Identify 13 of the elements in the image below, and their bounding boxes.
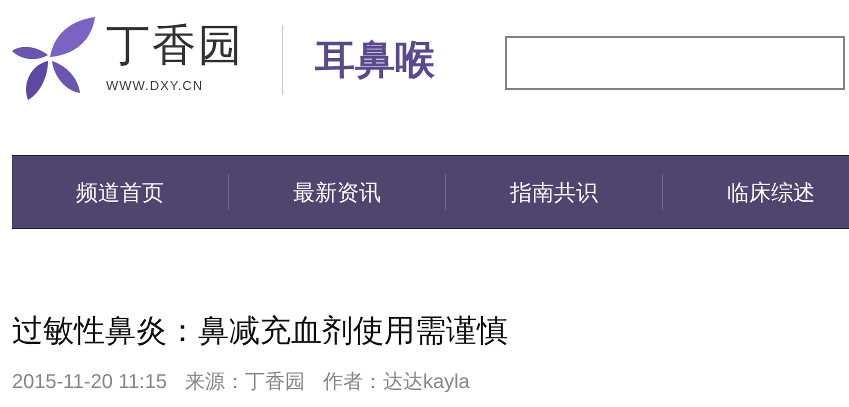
nav-link[interactable]: 指南共识 (446, 176, 662, 208)
nav-link[interactable]: 最新资讯 (229, 176, 445, 208)
article-author: 作者：达达kayla (322, 370, 470, 395)
channel-title: 耳鼻喉 (315, 37, 435, 84)
nav-link[interactable]: 频道首页 (12, 176, 228, 208)
search-field[interactable] (505, 36, 845, 90)
article-date: 2015-11-20 11:15 (12, 370, 167, 395)
article-title: 过敏性鼻炎：鼻减充血剂使用需谨慎 (12, 312, 509, 350)
nav-link[interactable]: 临床综述 (663, 176, 849, 208)
logo-text: 丁香园 (106, 20, 244, 72)
logo-url: WWW.DXY.CN (106, 77, 204, 95)
article-source: 来源：丁香园 (184, 370, 305, 395)
butterfly-logo-icon (10, 15, 96, 101)
